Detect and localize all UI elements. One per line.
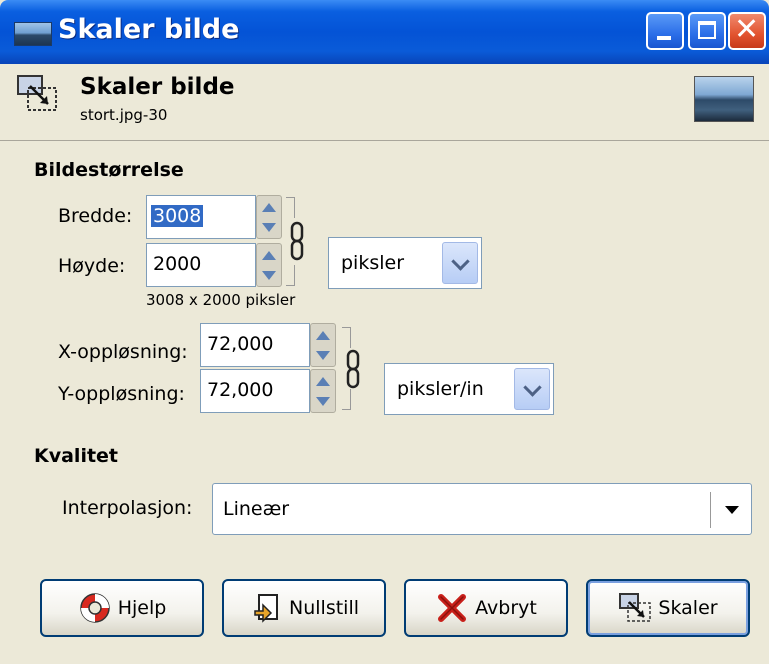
cancel-x-icon (438, 594, 467, 622)
scale-image-icon (17, 75, 57, 111)
x-resolution-field[interactable]: 72,000 (200, 323, 310, 367)
chevron-down-icon[interactable] (514, 368, 550, 410)
resolution-unit-value: piksler/in (397, 378, 484, 400)
dialog-header: Skaler bilde stort.jpg-30 (0, 64, 769, 141)
chevron-down-icon[interactable] (442, 242, 478, 284)
chain-link-icon[interactable] (290, 221, 304, 261)
app-icon (14, 22, 52, 46)
height-label: Høyde: (58, 255, 126, 277)
dialog-title: Skaler bilde (80, 74, 235, 100)
height-value: 2000 (153, 253, 202, 275)
res-chain-link-icon[interactable] (346, 349, 360, 389)
scale-label: Skaler (658, 597, 718, 619)
size-unit-select[interactable]: piksler (328, 237, 482, 289)
y-resolution-value: 72,000 (207, 379, 274, 401)
image-size-heading: Bildestørrelse (34, 159, 184, 181)
height-field[interactable]: 2000 (146, 243, 256, 287)
res-chain-bracket-top (342, 327, 351, 348)
maximize-icon (698, 21, 716, 39)
x-resolution-spinner[interactable] (310, 323, 336, 367)
reset-icon (254, 594, 278, 623)
image-name: stort.jpg-30 (80, 106, 168, 124)
interpolation-select[interactable]: Lineær (212, 483, 752, 535)
image-thumbnail (694, 76, 754, 122)
width-label: Bredde: (58, 205, 133, 227)
y-resolution-spinner[interactable] (310, 369, 336, 413)
cancel-button[interactable]: Avbryt (404, 579, 568, 637)
dropdown-arrow-icon[interactable] (725, 506, 739, 514)
res-chain-bracket-bottom (342, 389, 351, 410)
reset-button[interactable]: Nullstill (222, 579, 386, 637)
title-bar[interactable]: Skaler bilde ✕ (0, 0, 769, 64)
close-icon: ✕ (734, 12, 760, 47)
scale-icon (619, 593, 652, 622)
reset-label: Nullstill (289, 597, 359, 619)
help-button[interactable]: Hjelp (40, 579, 204, 637)
height-spinner[interactable] (256, 243, 282, 287)
chain-bracket-bottom (286, 265, 295, 286)
x-resolution-label: X-oppløsning: (58, 341, 188, 363)
chain-bracket-top (286, 197, 295, 218)
quality-heading: Kvalitet (34, 445, 119, 467)
interpolation-value: Lineær (223, 498, 290, 520)
width-field[interactable]: 3008 (146, 195, 256, 239)
interpolation-label: Interpolasjon: (62, 497, 193, 519)
minimize-button[interactable] (646, 12, 684, 50)
minimize-icon (657, 36, 671, 40)
close-button[interactable]: ✕ (728, 12, 766, 50)
window-title: Skaler bilde (58, 14, 240, 45)
width-spinner[interactable] (256, 195, 282, 239)
cancel-label: Avbryt (475, 597, 537, 619)
resolution-unit-select[interactable]: piksler/in (384, 363, 554, 415)
y-resolution-label: Y-oppløsning: (58, 383, 185, 405)
scale-button[interactable]: Skaler (586, 579, 750, 637)
size-summary: 3008 x 2000 piksler (146, 291, 296, 309)
width-value: 3008 (151, 205, 204, 227)
dialog-body: Bildestørrelse Bredde: 3008 Høyde: 2000 … (0, 141, 769, 664)
maximize-button[interactable] (688, 12, 726, 50)
help-label: Hjelp (117, 597, 167, 619)
size-unit-value: piksler (341, 252, 405, 274)
y-resolution-field[interactable]: 72,000 (200, 369, 310, 413)
x-resolution-value: 72,000 (207, 333, 274, 355)
lifebuoy-icon (79, 593, 110, 623)
